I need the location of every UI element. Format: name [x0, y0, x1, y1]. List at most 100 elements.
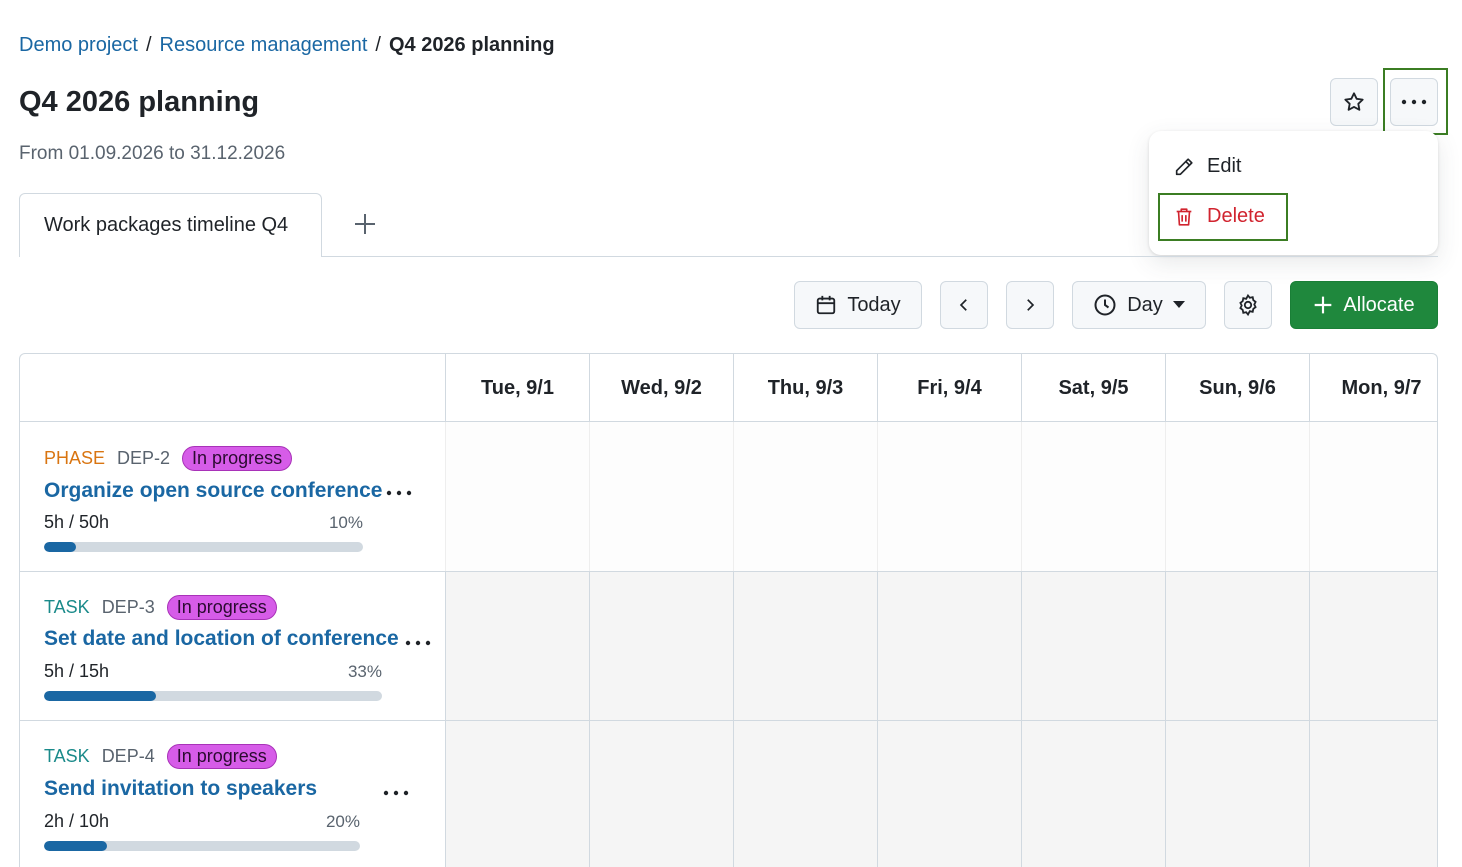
add-tab-button[interactable]	[346, 205, 384, 243]
progress-bar	[44, 691, 382, 701]
calendar-icon	[817, 295, 836, 315]
allocation-cell[interactable]	[733, 721, 877, 867]
star-icon	[1344, 92, 1364, 111]
day-column-header: Fri, 9/4	[877, 354, 1021, 422]
hours-label: 5h / 15h	[44, 661, 110, 681]
allocation-cell[interactable]	[1165, 572, 1309, 720]
work-package-type: TASK	[44, 746, 90, 766]
menu-item-edit[interactable]: Edit	[1173, 155, 1241, 178]
highlight-outline	[1158, 193, 1288, 241]
allocation-cell[interactable]	[1165, 422, 1309, 571]
day-column-header: Thu, 9/3	[733, 354, 877, 422]
work-package-info: TASK DEP-3 In progress Set date and loca…	[20, 572, 445, 720]
menu-item-edit-label: Edit	[1207, 155, 1242, 177]
table-row: PHASE DEP-2 In progress Organize open so…	[20, 422, 1437, 572]
work-package-info: PHASE DEP-2 In progress Organize open so…	[20, 422, 445, 571]
progress-bar	[44, 841, 360, 851]
today-button[interactable]: Today	[794, 281, 922, 329]
settings-button[interactable]	[1224, 281, 1272, 329]
zoom-level-label: Day	[1127, 293, 1163, 316]
today-label: Today	[847, 293, 901, 316]
work-package-id[interactable]: DEP-4	[102, 746, 155, 767]
plus-icon	[1315, 296, 1332, 314]
progress-bar	[44, 542, 363, 552]
work-package-id[interactable]: DEP-3	[102, 597, 155, 618]
status-badge: In progress	[182, 446, 293, 471]
zoom-level-select[interactable]: Day	[1072, 281, 1206, 329]
percent-label: 20%	[325, 812, 360, 831]
allocation-cell[interactable]	[733, 572, 877, 720]
tab-work-packages-timeline[interactable]: Work packages timeline Q4	[19, 193, 322, 257]
work-package-meta: PHASE DEP-2 In progress	[44, 446, 293, 471]
allocation-cell[interactable]	[445, 572, 589, 720]
work-package-title[interactable]: Send invitation to speakers	[44, 777, 317, 801]
chevron-right-icon	[1027, 299, 1035, 311]
work-package-title[interactable]: Set date and location of conference	[44, 627, 399, 651]
plus-icon	[355, 214, 375, 234]
allocate-label: Allocate	[1343, 293, 1415, 316]
allocation-grid: Tue, 9/1 Wed, 9/2 Thu, 9/3 Fri, 9/4 Sat,…	[19, 353, 1438, 867]
progress-fill	[44, 841, 108, 851]
work-package-info: TASK DEP-4 In progress Send invitation t…	[20, 721, 445, 867]
row-menu-button[interactable]	[382, 776, 410, 804]
day-column-header: Tue, 9/1	[445, 354, 589, 422]
allocation-cell[interactable]	[1021, 721, 1165, 867]
allocation-cell[interactable]	[1021, 422, 1165, 571]
work-package-id[interactable]: DEP-2	[117, 448, 170, 469]
row-menu-button[interactable]	[404, 626, 432, 654]
breadcrumb-current: Q4 2026 planning	[388, 34, 555, 56]
kebab-horizontal-icon	[405, 640, 431, 646]
allocation-cell[interactable]	[877, 721, 1021, 867]
allocation-cell[interactable]	[1309, 572, 1437, 720]
table-row: TASK DEP-4 In progress Send invitation t…	[20, 721, 1437, 867]
work-package-meta: TASK DEP-4 In progress	[44, 744, 277, 769]
kebab-horizontal-icon	[386, 490, 412, 496]
triangle-down-icon	[1172, 301, 1185, 308]
tab-label: Work packages timeline Q4	[44, 214, 289, 236]
grid-header: Tue, 9/1 Wed, 9/2 Thu, 9/3 Fri, 9/4 Sat,…	[20, 354, 1437, 422]
breadcrumb-separator: /	[375, 34, 381, 56]
gear-icon	[1239, 293, 1257, 317]
day-column-header: Sun, 9/6	[1165, 354, 1309, 422]
status-badge: In progress	[166, 595, 277, 620]
chevron-left-icon	[959, 299, 967, 311]
next-button[interactable]	[1006, 281, 1054, 329]
allocation-cell[interactable]	[589, 721, 733, 867]
allocation-cell[interactable]	[589, 422, 733, 571]
hours-label: 2h / 10h	[44, 811, 110, 831]
breadcrumb: Demo project / Resource management / Q4 …	[19, 34, 555, 57]
day-column-header: Sat, 9/5	[1021, 354, 1165, 422]
breadcrumb-resource-management[interactable]: Resource management	[160, 34, 368, 57]
allocation-cell[interactable]	[589, 572, 733, 720]
status-badge: In progress	[166, 744, 277, 769]
highlight-outline	[1383, 68, 1448, 135]
allocation-cell[interactable]	[1021, 572, 1165, 720]
breadcrumb-separator: /	[145, 34, 152, 56]
pencil-icon	[1175, 157, 1193, 175]
day-column-header: Mon, 9/7	[1309, 354, 1437, 422]
previous-button[interactable]	[940, 281, 988, 329]
date-range: From 01.09.2026 to 31.12.2026	[19, 143, 286, 164]
clock-icon	[1094, 294, 1116, 316]
allocation-cell[interactable]	[733, 422, 877, 571]
allocation-cell[interactable]	[445, 422, 589, 571]
favorite-button[interactable]	[1330, 78, 1378, 126]
percent-label: 10%	[328, 513, 363, 532]
allocation-cell[interactable]	[1165, 721, 1309, 867]
day-column-header: Wed, 9/2	[589, 354, 733, 422]
page-title: Q4 2026 planning	[19, 86, 260, 118]
allocation-cell[interactable]	[445, 721, 589, 867]
breadcrumb-demo-project[interactable]: Demo project	[19, 34, 138, 57]
allocation-cell[interactable]	[877, 422, 1021, 571]
allocation-cell[interactable]	[877, 572, 1021, 720]
allocation-cell[interactable]	[1309, 721, 1437, 867]
allocate-button[interactable]: Allocate	[1290, 281, 1438, 329]
table-row: TASK DEP-3 In progress Set date and loca…	[20, 572, 1437, 721]
work-package-type: TASK	[44, 597, 90, 617]
allocation-cell[interactable]	[1309, 422, 1437, 571]
progress-fill	[44, 542, 76, 552]
work-package-type: PHASE	[44, 448, 106, 468]
row-menu-button[interactable]	[385, 476, 413, 504]
progress-fill	[44, 691, 156, 701]
work-package-title[interactable]: Organize open source conference	[44, 479, 382, 503]
